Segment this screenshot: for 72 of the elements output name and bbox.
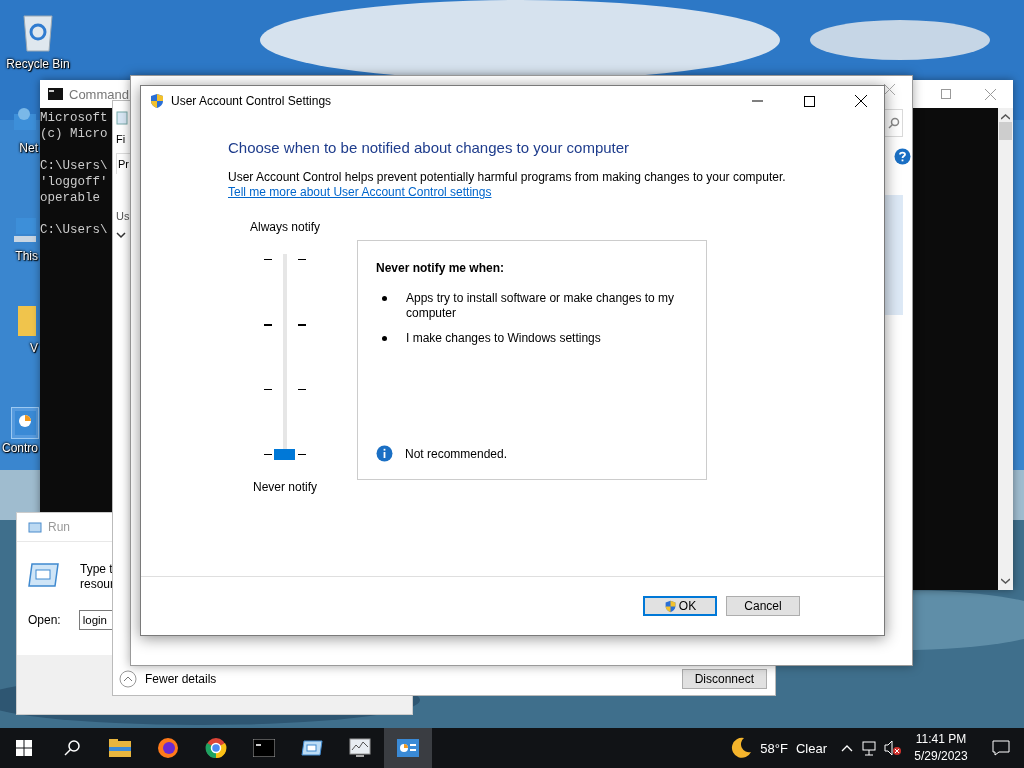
bullet-icon [382, 296, 387, 301]
window-title: Run [48, 520, 70, 534]
desktop-icon-label[interactable]: Recycle Bin [6, 57, 70, 71]
console-line: C:\Users\ [40, 222, 108, 238]
console-line: C:\Users\ [40, 158, 108, 174]
chevron-up-icon [840, 744, 853, 752]
windows-logo-icon [16, 740, 32, 756]
close-icon [855, 95, 867, 107]
muted-speaker-icon [883, 740, 902, 756]
control-panel-icon [397, 739, 419, 757]
run-description: Type t resour [80, 562, 114, 592]
column-header: Us [116, 210, 130, 222]
bullet-text: I make changes to Windows settings [406, 331, 601, 346]
menu-item[interactable]: Fi [116, 133, 126, 145]
slider-label: Always notify [250, 220, 320, 234]
description-text: User Account Control helps prevent potentially harmful programs from making changes to your computer. [228, 170, 787, 185]
weather-button[interactable]: 58°F Clear [722, 728, 835, 768]
console-line: (c) Micro [40, 126, 108, 142]
note-text: Not recommended. [405, 446, 508, 461]
run-icon [301, 740, 323, 756]
notification-slider[interactable] [264, 254, 306, 460]
taskbar-button[interactable] [384, 728, 432, 768]
search-icon [64, 740, 80, 756]
chevron-down-icon [116, 232, 126, 239]
help-link[interactable]: Tell me more about User Account Control settings [228, 185, 492, 200]
desktop-icon-label[interactable]: V [30, 341, 38, 355]
field-label: Open: [28, 613, 61, 627]
open-field[interactable]: login [78, 610, 113, 630]
notification-icon [992, 740, 1010, 756]
clock[interactable]: 11:41 PM 5/29/2023 [904, 728, 978, 768]
app-icon [116, 111, 128, 125]
cancel-button[interactable]: Cancel [726, 596, 800, 616]
scrollbar[interactable] [998, 108, 1013, 590]
maximize-icon [803, 95, 815, 107]
dialog-heading: Choose when to be notified about changes to your computer [228, 138, 631, 158]
moon-icon [730, 737, 753, 759]
close-icon [884, 84, 895, 95]
disconnect-button[interactable]: Disconnect [681, 669, 767, 689]
browser-icon [157, 737, 179, 759]
window-title: User Account Control Settings [171, 94, 332, 108]
minimize-icon [751, 100, 763, 102]
search-icon [887, 117, 900, 129]
shield-icon [663, 599, 677, 613]
slider-label: Never notify [253, 480, 317, 494]
shield-icon [149, 93, 165, 109]
terminal-icon [48, 88, 63, 100]
browser-icon [205, 737, 227, 759]
panel-heading: Never notify me when: [376, 261, 506, 275]
terminal-icon [253, 739, 275, 757]
maximize-icon [940, 89, 951, 99]
ok-button[interactable]: OK [643, 596, 717, 616]
scroll-down-icon [1001, 578, 1010, 584]
network-icon [861, 740, 878, 756]
bullet-text: Apps try to install software or make changes to my computer [406, 291, 676, 321]
close-icon [985, 88, 996, 100]
run-icon [28, 562, 60, 588]
fewer-details-link[interactable]: Fewer details [145, 672, 217, 686]
run-icon [28, 521, 42, 533]
scroll-thumb[interactable] [999, 122, 1012, 140]
desktop-icon-label[interactable]: Net [19, 141, 38, 155]
scroll-up-icon [1001, 114, 1010, 120]
desktop-icon-label[interactable]: This [15, 249, 38, 263]
window-title: Command [69, 86, 129, 102]
console-line: operable [40, 190, 101, 206]
chevron-up-icon [119, 670, 137, 688]
desktop-icon-label[interactable]: Contro [1, 441, 38, 455]
console-line: 'loggoff' [40, 174, 108, 190]
bullet-icon [382, 336, 387, 341]
info-icon [376, 445, 393, 462]
monitor-chart-icon [349, 738, 371, 758]
console-line: Microsoft [40, 110, 108, 126]
folder-icon [109, 739, 131, 757]
